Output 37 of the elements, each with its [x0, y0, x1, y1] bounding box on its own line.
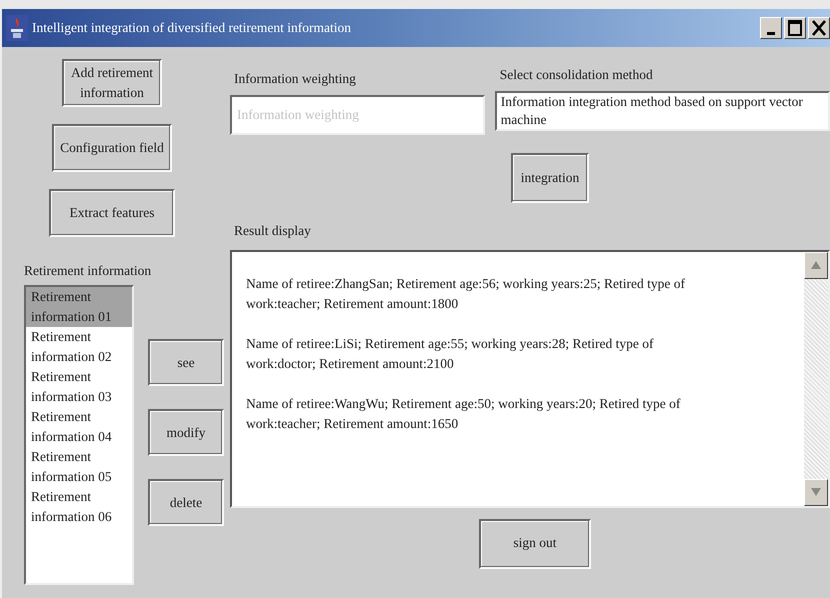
side-button[interactable]: Configuration field [52, 124, 172, 172]
scroll-up-button[interactable] [804, 252, 828, 278]
side-button[interactable]: Extract features [49, 189, 175, 237]
close-icon [812, 20, 826, 36]
scroll-down-button[interactable] [804, 478, 828, 506]
integration-button[interactable]: integration [511, 153, 589, 204]
result-record: Name of retiree:LiSi; Retirement age:55; working years:28; Retired type of work:doctor; Retirement amount:2100 [246, 334, 654, 372]
result-label: Result display [234, 222, 312, 240]
list-label: Retirement information [24, 262, 152, 280]
window-title: Intelligent integration of diversified retirement information [32, 18, 352, 37]
action-button[interactable]: see [148, 339, 224, 386]
method-label: Select consolidation method [500, 66, 654, 84]
weighting-label: Information weighting [234, 70, 357, 88]
action-button[interactable]: modify [148, 409, 224, 456]
list-item[interactable]: Retirement information 05 [26, 447, 132, 488]
down-arrow-icon [811, 488, 821, 496]
result-record: Name of retiree:ZhangSan; Retirement age:56; working years:25; Retired type of work:teacher; Retirement amount:1800 [246, 274, 686, 312]
result-record: Name of retiree:WangWu; Retirement age:50; working years:20; Retired type of work:teacher; Retirement amount:1650 [246, 394, 682, 432]
close-button[interactable] [808, 17, 830, 39]
maximize-button[interactable] [784, 17, 806, 39]
sign-out-button[interactable]: sign out [479, 518, 591, 568]
method-field[interactable]: Information integration method based on support vector machine [494, 91, 830, 132]
list-item[interactable]: Retirement information 03 [26, 367, 132, 408]
scrollbar[interactable] [804, 252, 828, 506]
action-button[interactable]: delete [148, 479, 224, 526]
retirement-list[interactable]: Retirement information 01 Retirement information 02 Retirement information 03 Retirement information 04 Retirement information 05 Retirement information 06 [24, 285, 134, 586]
list-item[interactable]: Retirement information 04 [26, 407, 132, 448]
list-item[interactable]: Retirement information 01 [26, 287, 132, 328]
list-item[interactable]: Retirement information 06 [26, 487, 132, 528]
list-item[interactable]: Retirement information 02 [26, 327, 132, 368]
minimize-icon [767, 32, 775, 34]
up-arrow-icon [811, 261, 821, 269]
weighting-field[interactable]: Information weighting [230, 95, 485, 136]
maximize-icon [788, 20, 802, 36]
side-button[interactable]: Add retirement information [62, 59, 162, 107]
minimize-button[interactable] [760, 17, 782, 39]
app-icon [6, 15, 28, 41]
